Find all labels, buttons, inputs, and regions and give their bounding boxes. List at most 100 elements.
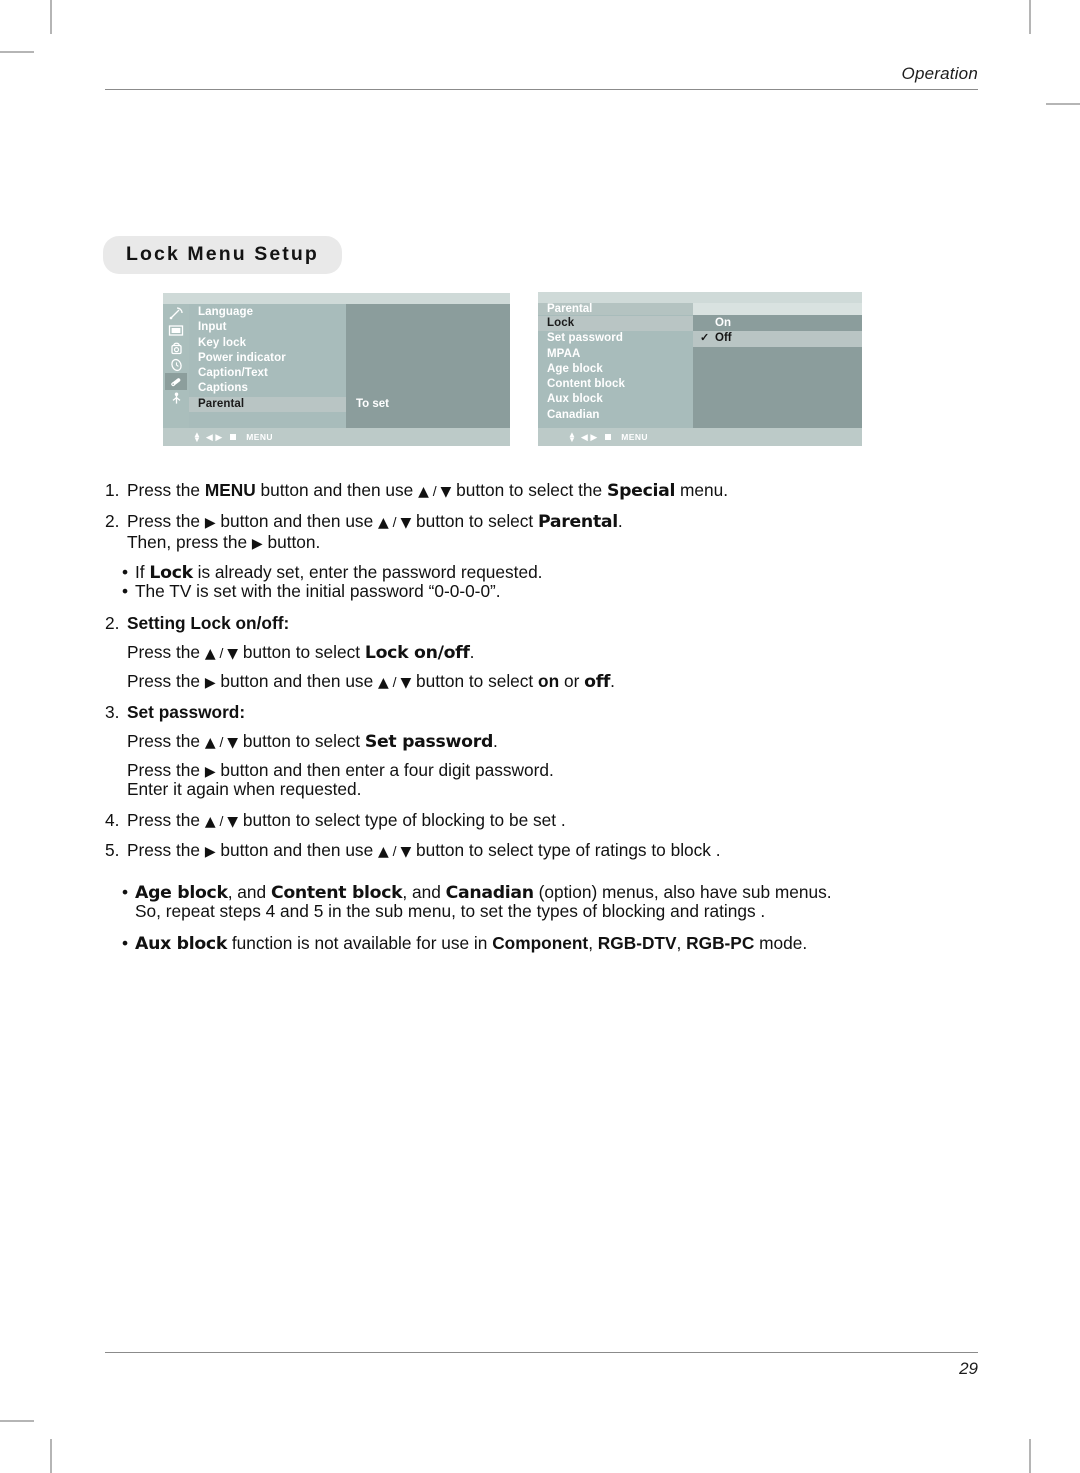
up-arrow-icon: ▲ [204, 645, 216, 662]
setup-icon[interactable] [165, 390, 187, 407]
up-down-arrows-icon: ▲ ▼ [568, 430, 576, 444]
step-text: Press the [127, 480, 205, 500]
note-text: is already set, enter the password reque… [192, 561, 543, 582]
up-arrow-icon: ▲ [418, 484, 429, 500]
step-text: Press the [127, 641, 205, 662]
audio-icon[interactable] [165, 339, 187, 356]
osd-menu-item-lock-selected[interactable]: Lock [538, 316, 693, 332]
age-block-keyword: Age block [135, 883, 228, 904]
instructions-block: 1. Press the MENU button and then use ▲ … [105, 480, 985, 954]
up-down-arrows-icon: ▲ ▼ [193, 430, 201, 444]
timer-icon[interactable] [165, 356, 187, 373]
canadian-keyword: Canadian [445, 883, 534, 904]
lock-icon[interactable] [165, 373, 187, 390]
special-keyword: Special [606, 481, 676, 501]
step-text: . [493, 730, 498, 751]
step-text: . [610, 671, 615, 692]
down-arrow-icon: ▼ [440, 484, 452, 500]
instruction-step-2: 2. Press the ▶ button and then use ▲ / ▼… [105, 513, 985, 553]
step-text: Enter it again when requested. [127, 779, 362, 800]
crop-mark-bottom-right-vertical [1029, 1439, 1031, 1473]
down-arrow-icon: ▼ [227, 813, 239, 830]
down-arrow-icon: ▼ [227, 645, 239, 662]
page-footer: 29 [105, 1352, 978, 1379]
step-text: or [559, 671, 585, 692]
crop-mark-top-right-horizontal [1046, 103, 1080, 105]
osd-option-off-selected[interactable]: ✓ Off [693, 331, 862, 347]
up-arrow-icon: ▲ [377, 675, 389, 692]
osd-menu-item[interactable]: Power indicator [189, 351, 346, 366]
step-number: 5. [105, 839, 120, 860]
step-text: button to select [238, 641, 365, 662]
osd-parental-menu-screenshot: Parental Lock Set password MPAA Age bloc… [538, 292, 862, 446]
right-arrow-icon: ▶ [204, 515, 216, 532]
left-right-arrows-icon: ◀ ▶ [580, 431, 598, 442]
stop-square-icon [230, 434, 237, 440]
step-number: 2. [105, 511, 120, 532]
osd-menu-item-parental-selected[interactable]: Parental [189, 396, 346, 413]
osd-option-on[interactable]: On [693, 316, 862, 331]
step-text: button and then enter a four digit passw… [215, 759, 554, 780]
page-header: Operation [105, 64, 978, 90]
step-text: Press the [127, 730, 205, 751]
step-text: Press the [127, 759, 205, 780]
osd-menu-item[interactable]: Input [189, 320, 346, 335]
right-arrow-icon: ▶ [204, 675, 216, 692]
osd-menu-item[interactable]: Language [189, 305, 346, 320]
note-text: , [676, 932, 687, 953]
lock-keyword: Lock [149, 562, 193, 583]
step-text: button to select [411, 511, 539, 532]
osd-menu-item[interactable]: Key lock [189, 336, 346, 351]
separator: / [215, 733, 228, 750]
rgb-pc-keyword: RGB-PC [686, 932, 755, 953]
on-keyword: on [538, 671, 560, 692]
down-arrow-icon: ▼ [400, 843, 412, 860]
aux-block-keyword: Aux block [135, 933, 228, 954]
osd-special-value-pane: To set [346, 304, 510, 428]
osd-nav-menu-label: MENU [246, 432, 273, 442]
instruction-step-4: 4. Press the ▲ / ▼ button to select type… [105, 809, 985, 831]
osd-menu-item[interactable]: Canadian [538, 408, 693, 423]
step-text: button to select type of blocking to be … [238, 809, 566, 830]
step-text: Press the [127, 809, 205, 830]
step-text: button to select [411, 671, 539, 692]
up-arrow-icon: ▲ [204, 813, 216, 830]
antenna-icon[interactable] [165, 305, 187, 322]
osd-nav-strip: ▲ ▼ ◀ ▶ MENU [163, 428, 510, 446]
step-text: . [617, 511, 623, 532]
osd-menu-item[interactable]: Content block [538, 377, 693, 392]
osd-nav-strip: ▲ ▼ ◀ ▶ MENU [538, 428, 862, 446]
down-arrow-icon: ▼ [227, 734, 239, 751]
stop-square-icon [605, 434, 612, 440]
osd-parental-menu-list: Lock Set password MPAA Age block Content… [538, 315, 693, 428]
osd-menu-item[interactable]: Captions [189, 381, 346, 396]
instruction-step-set-password: 3. Set password: Press the ▲ / ▼ button … [105, 704, 985, 800]
note-text: mode. [754, 932, 808, 953]
header-divider [105, 89, 978, 90]
osd-menu-item[interactable]: Caption/Text [189, 366, 346, 381]
right-arrow-icon: ▶ [204, 763, 216, 780]
note-text: , [588, 932, 598, 953]
osd-menu-item[interactable]: Age block [538, 362, 693, 377]
instruction-step-setting-lock: 2. Setting Lock on/off: Press the ▲ / ▼ … [105, 615, 985, 693]
step-number: 4. [105, 809, 120, 830]
osd-menu-item[interactable]: Set password [538, 331, 693, 346]
step-heading: Setting Lock on/off: [127, 613, 290, 634]
step-text: button to select the [451, 480, 607, 500]
osd-nav-menu-label: MENU [621, 432, 648, 442]
osd-menu-item[interactable]: Aux block [538, 392, 693, 407]
osd-top-strip [163, 293, 510, 304]
off-keyword: off [584, 672, 611, 693]
step-text: button and then use [215, 839, 378, 860]
step-text: button and then use [255, 480, 419, 500]
crop-mark-bottom-left-vertical [50, 1439, 52, 1473]
picture-icon[interactable] [165, 322, 187, 339]
osd-value-to-set[interactable]: To set [346, 397, 510, 412]
osd-special-menu-screenshot: Language Input Key lock Power indicator … [163, 293, 510, 446]
step-text: button. [262, 531, 321, 552]
separator: / [388, 842, 401, 859]
note-text: , and [227, 882, 271, 903]
osd-menu-item[interactable]: MPAA [538, 347, 693, 362]
instruction-step-1: 1. Press the MENU button and then use ▲ … [105, 480, 985, 502]
left-right-arrows-icon: ◀ ▶ [205, 431, 223, 442]
